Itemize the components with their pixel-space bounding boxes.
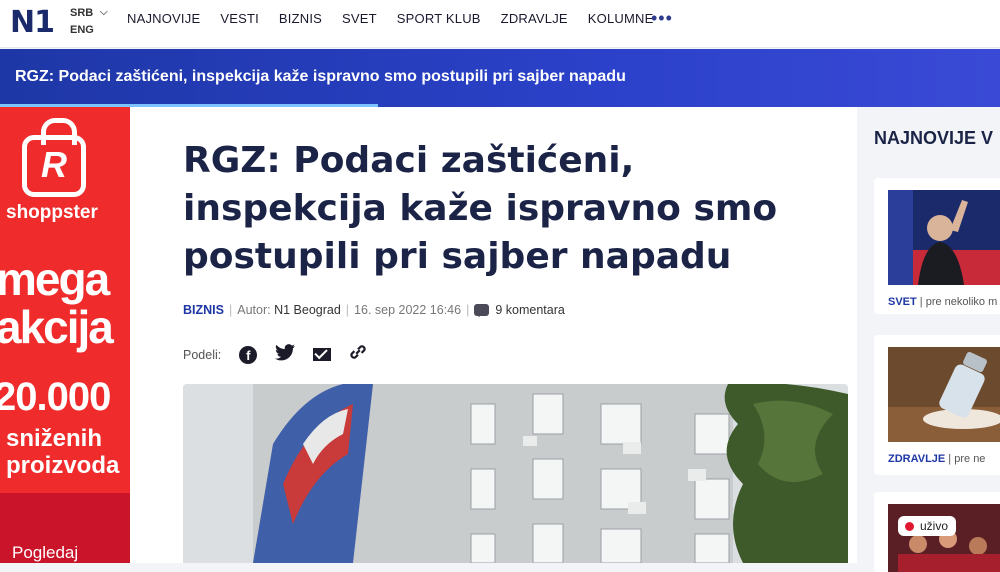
ad-cta-button[interactable]: Pogledaj <box>0 493 130 563</box>
card-caption: ZDRAVLJE | pre ne <box>888 453 986 465</box>
sidebar-card[interactable]: uživo <box>874 492 1000 572</box>
article-category[interactable]: BIZNIS <box>183 303 224 317</box>
ad-line-snizenih: sniženih <box>6 425 103 452</box>
email-icon[interactable] <box>313 348 332 361</box>
n1-logo[interactable]: N1 <box>10 5 55 40</box>
meta-divider: | <box>228 303 233 317</box>
menu-item-zdravlje[interactable]: ZDRAVLJE <box>501 11 568 26</box>
shopping-bag-icon <box>22 118 86 197</box>
ad-number: 20.000 <box>0 375 111 419</box>
main-menu: NAJNOVIJE VESTI BIZNIS SVET SPORT KLUB Z… <box>127 11 653 26</box>
menu-item-najnovije[interactable]: NAJNOVIJE <box>127 11 200 26</box>
ad-brand: shoppster <box>6 202 98 223</box>
share-label: Podeli: <box>183 347 222 362</box>
comments-link[interactable]: 9 komentara <box>495 303 564 317</box>
menu-item-kolumne[interactable]: KOLUMNE <box>588 11 654 26</box>
ad-headline: mega akcija <box>0 253 114 353</box>
headline-banner[interactable]: RGZ: Podaci zaštićeni, inspekcija kaže i… <box>0 49 1000 107</box>
author-label: Autor: <box>237 303 271 317</box>
article-title: RGZ: Podaci zaštićeni, inspekcija kaže i… <box>183 140 778 277</box>
chevron-down-icon[interactable]: ⌵ <box>100 4 108 21</box>
menu-item-sport-klub[interactable]: SPORT KLUB <box>397 11 481 26</box>
sidebar-card[interactable]: SVET | pre nekoliko m <box>874 178 1000 314</box>
lang-eng[interactable]: ENG <box>70 22 94 39</box>
menu-item-svet[interactable]: SVET <box>342 11 377 26</box>
language-switcher[interactable]: SRB ENG ⌵ <box>70 5 108 39</box>
comment-icon[interactable] <box>474 304 490 317</box>
news-thumbnail[interactable] <box>888 504 1000 572</box>
twitter-icon[interactable] <box>275 343 296 366</box>
lang-srb[interactable]: SRB <box>70 5 94 22</box>
menu-item-biznis[interactable]: BIZNIS <box>279 11 322 26</box>
news-thumbnail[interactable] <box>888 190 1000 285</box>
menu-item-vesti[interactable]: VESTI <box>220 11 259 26</box>
card-time: pre nekoliko m <box>925 296 998 308</box>
meta-divider: | <box>345 303 350 317</box>
ad-line-akcija: akcija <box>0 301 114 353</box>
sidebar-card[interactable]: ZDRAVLJE | pre ne <box>874 335 1000 475</box>
ad-line-mega: mega <box>0 253 110 305</box>
article-meta: BIZNIS | Autor: N1 Beograd | 16. sep 202… <box>183 303 565 317</box>
more-menu-icon[interactable]: ••• <box>651 8 673 29</box>
card-category[interactable]: SVET <box>888 296 917 308</box>
shoppster-ad[interactable]: shoppster mega akcija 20.000 sniženih pr… <box>0 107 130 563</box>
sidebar-title[interactable]: NAJNOVIJE V <box>874 128 993 149</box>
link-icon[interactable] <box>349 343 367 366</box>
card-time: pre ne <box>954 453 986 465</box>
article-date: 16. sep 2022 16:46 <box>354 303 462 317</box>
top-navigation: N1 SRB ENG ⌵ NAJNOVIJE VESTI BIZNIS SVET… <box>0 0 1000 48</box>
article-author[interactable]: N1 Beograd <box>274 303 341 317</box>
banner-headline[interactable]: RGZ: Podaci zaštićeni, inspekcija kaže i… <box>15 68 626 86</box>
news-thumbnail[interactable] <box>888 347 1000 442</box>
article: RGZ: Podaci zaštićeni, inspekcija kaže i… <box>130 107 857 563</box>
share-bar: Podeli: f <box>183 343 367 366</box>
facebook-icon[interactable]: f <box>239 345 258 364</box>
card-category[interactable]: ZDRAVLJE <box>888 453 945 465</box>
meta-divider: | <box>466 303 470 317</box>
ad-cta-label: Pogledaj <box>12 543 79 562</box>
live-badge[interactable]: uživo <box>898 516 957 536</box>
ad-line-proizvoda: proizvoda <box>6 452 120 479</box>
card-caption: SVET | pre nekoliko m <box>888 296 998 308</box>
ad-subline: sniženih proizvoda <box>6 425 119 479</box>
article-photo <box>183 384 848 563</box>
